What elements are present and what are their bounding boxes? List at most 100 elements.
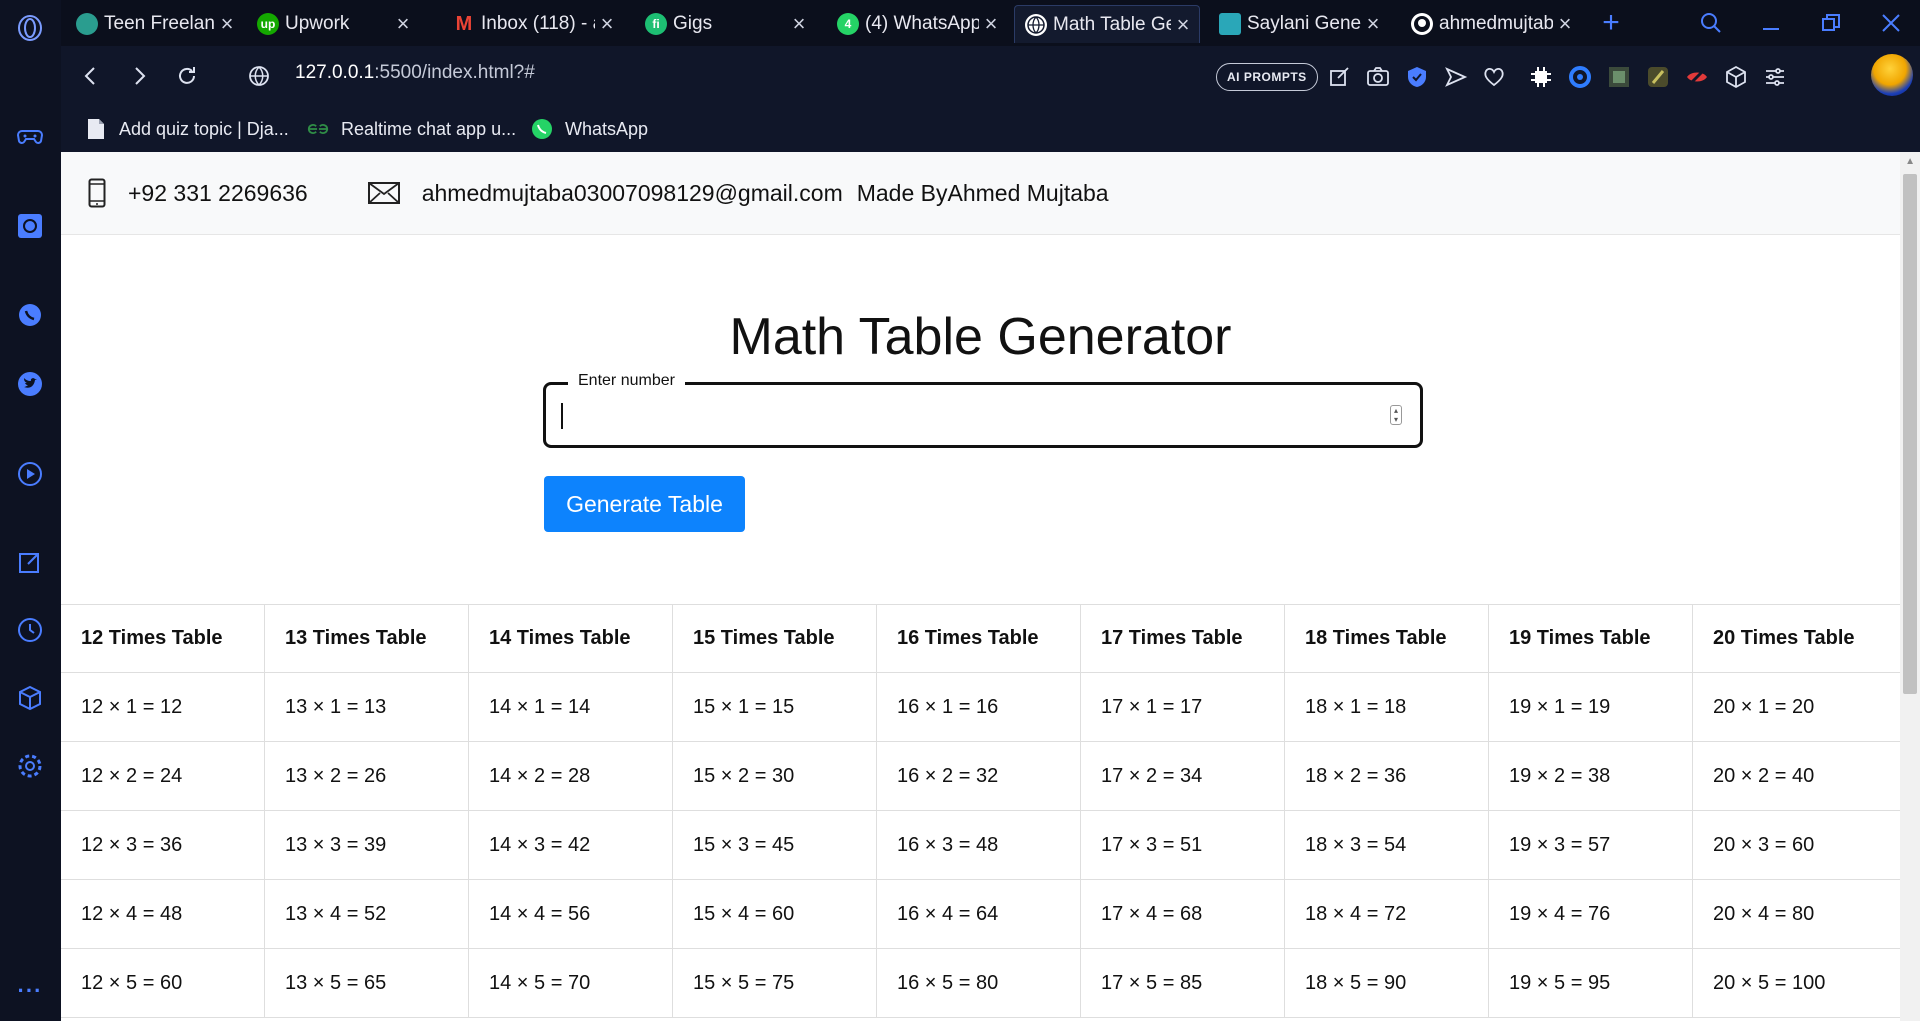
table-cell: 14 × 2 = 28 bbox=[469, 742, 673, 810]
page-viewport: +92 331 2269636 ahmedmujtaba03007098129@… bbox=[61, 152, 1920, 1021]
hide-eye-icon[interactable] bbox=[1682, 62, 1712, 92]
table-row: 12 × 5 = 60 13 × 5 = 65 14 × 5 = 70 15 ×… bbox=[61, 949, 1900, 1018]
table-cell: 17 × 4 = 68 bbox=[1081, 880, 1285, 948]
refresh-extension-icon[interactable] bbox=[1565, 62, 1595, 92]
profile-avatar[interactable] bbox=[1871, 54, 1913, 96]
tab-close-icon[interactable]: × bbox=[1553, 11, 1577, 37]
minimize-icon[interactable] bbox=[1751, 6, 1791, 40]
tab-close-icon[interactable]: × bbox=[1361, 11, 1385, 37]
table-cell: 16 × 2 = 32 bbox=[877, 742, 1081, 810]
tab-upwork[interactable]: up Upwork × bbox=[247, 5, 419, 43]
gamepad-icon[interactable] bbox=[14, 120, 46, 152]
table-cell: 13 × 4 = 52 bbox=[265, 880, 469, 948]
table-header-cell: 20 Times Table bbox=[1713, 627, 1855, 649]
table-cell: 18 × 1 = 18 bbox=[1285, 673, 1489, 741]
table-cell: 16 × 1 = 16 bbox=[877, 673, 1081, 741]
forward-arrow-icon[interactable] bbox=[121, 58, 157, 94]
tab-close-icon[interactable]: × bbox=[1171, 12, 1195, 38]
settings-gear-icon[interactable] bbox=[14, 750, 46, 782]
contact-topbar: +92 331 2269636 ahmedmujtaba03007098129@… bbox=[61, 152, 1900, 235]
reload-icon[interactable] bbox=[169, 58, 205, 94]
phone-number: +92 331 2269636 bbox=[128, 179, 308, 206]
pen-extension-icon[interactable] bbox=[1643, 62, 1673, 92]
tab-strip: Teen Freelanc × up Upwork × M Inbox (118… bbox=[61, 0, 1920, 46]
table-header-cell: 14 Times Table bbox=[469, 605, 673, 672]
send-arrow-icon[interactable] bbox=[1441, 62, 1471, 92]
more-dots-icon[interactable]: ··· bbox=[14, 975, 46, 1007]
bookmark-realtime-chat-app[interactable]: Realtime chat app u... bbox=[307, 114, 516, 144]
number-spinner-icon[interactable]: ▴ ▾ bbox=[1390, 405, 1402, 425]
table-cell: 19 × 4 = 76 bbox=[1489, 880, 1693, 948]
tab-search-icon[interactable] bbox=[1691, 6, 1731, 40]
table-cell: 14 × 1 = 14 bbox=[469, 673, 673, 741]
tab-close-icon[interactable]: × bbox=[787, 11, 811, 37]
edit-share-icon[interactable] bbox=[1325, 62, 1355, 92]
history-icon[interactable] bbox=[14, 614, 46, 646]
gmail-favicon-icon: M bbox=[455, 12, 473, 35]
table-cell: 20 × 1 = 20 bbox=[1713, 695, 1815, 718]
page-title: Math Table Generator bbox=[729, 308, 1232, 366]
table-header-cell: 15 Times Table bbox=[673, 605, 877, 672]
page-scrollbar[interactable]: ▲ bbox=[1900, 152, 1920, 1021]
table-cell: 20 × 4 = 80 bbox=[1713, 902, 1815, 925]
tab-close-icon[interactable]: × bbox=[391, 11, 415, 37]
number-input[interactable] bbox=[560, 395, 1360, 435]
box-extension-icon[interactable] bbox=[1721, 62, 1751, 92]
made-by-credit: Made ByAhmed Mujtaba bbox=[856, 179, 1109, 206]
tab-fiverr-gigs[interactable]: fi Gigs × bbox=[635, 5, 815, 43]
table-cell: 18 × 3 = 54 bbox=[1285, 811, 1489, 879]
scroll-up-arrow-icon[interactable]: ▲ bbox=[1905, 156, 1915, 167]
generate-table-button[interactable]: Generate Table bbox=[544, 476, 745, 532]
table-header-cell: 13 Times Table bbox=[265, 605, 469, 672]
close-window-icon[interactable] bbox=[1871, 6, 1911, 40]
tab-teen-freelance[interactable]: Teen Freelanc × bbox=[66, 5, 243, 43]
table-cell: 12 × 5 = 60 bbox=[61, 949, 265, 1017]
tab-saylani[interactable]: Saylani Gener × bbox=[1209, 5, 1389, 43]
whatsapp-sidebar-icon[interactable] bbox=[14, 300, 46, 332]
twitter-icon[interactable] bbox=[14, 368, 46, 400]
number-field-container: Enter number ▴ ▾ bbox=[543, 372, 1423, 448]
tab-github[interactable]: ahmedmujtab × bbox=[1401, 5, 1581, 43]
scrollbar-thumb[interactable] bbox=[1903, 174, 1917, 694]
site-info-globe-icon[interactable] bbox=[241, 58, 277, 94]
tab-close-icon[interactable]: × bbox=[979, 11, 1003, 37]
github-favicon-icon bbox=[1411, 13, 1433, 35]
extensions-cube-icon[interactable] bbox=[14, 682, 46, 714]
easy-setup-sliders-icon[interactable] bbox=[1760, 62, 1790, 92]
opera-logo-icon[interactable] bbox=[14, 12, 46, 44]
pinboard-icon[interactable] bbox=[14, 546, 46, 578]
times-tables-grid: 12 Times Table 13 Times Table 14 Times T… bbox=[61, 604, 1900, 1018]
table-cell: 16 × 5 = 80 bbox=[877, 949, 1081, 1017]
tab-math-table-generator[interactable]: Math Table Ge × bbox=[1014, 5, 1200, 43]
table-cell: 12 × 1 = 12 bbox=[61, 673, 265, 741]
shield-vpn-icon[interactable] bbox=[1402, 62, 1432, 92]
envelope-icon bbox=[367, 182, 400, 204]
bookmark-add-quiz-topic[interactable]: Add quiz topic | Dja... bbox=[85, 114, 289, 144]
tab-close-icon[interactable]: × bbox=[215, 11, 239, 37]
new-tab-plus-icon[interactable]: + bbox=[1591, 6, 1631, 40]
tab-close-icon[interactable]: × bbox=[595, 11, 619, 37]
tab-gmail-inbox[interactable]: M Inbox (118) - a × bbox=[443, 5, 623, 43]
chip-extension-icon[interactable] bbox=[1526, 62, 1556, 92]
table-cell: 18 × 2 = 36 bbox=[1285, 742, 1489, 810]
text-caret bbox=[561, 403, 563, 429]
table-cell: 18 × 4 = 72 bbox=[1285, 880, 1489, 948]
tab-whatsapp[interactable]: 4 (4) WhatsApp × bbox=[827, 5, 1007, 43]
table-row: 12 × 3 = 36 13 × 3 = 39 14 × 3 = 42 15 ×… bbox=[61, 811, 1900, 880]
table-cell: 17 × 2 = 34 bbox=[1081, 742, 1285, 810]
mobile-phone-icon bbox=[86, 178, 108, 208]
table-cell: 19 × 2 = 38 bbox=[1489, 742, 1693, 810]
table-cell: 13 × 3 = 39 bbox=[265, 811, 469, 879]
player-icon[interactable] bbox=[14, 458, 46, 490]
table-cell: 17 × 3 = 51 bbox=[1081, 811, 1285, 879]
back-arrow-icon[interactable] bbox=[73, 58, 109, 94]
bookmark-whatsapp[interactable]: WhatsApp bbox=[531, 114, 648, 144]
url-field[interactable]: 127.0.0.1:5500/index.html?# bbox=[295, 62, 535, 84]
saylani-favicon-icon bbox=[1219, 13, 1241, 35]
image-extension-icon[interactable] bbox=[1604, 62, 1634, 92]
heart-icon[interactable] bbox=[1479, 62, 1509, 92]
ai-prompts-button[interactable]: AI PROMPTS bbox=[1216, 63, 1318, 91]
restore-icon[interactable] bbox=[1811, 6, 1851, 40]
camera-snapshot-icon[interactable] bbox=[1363, 62, 1393, 92]
chatgpt-icon[interactable] bbox=[14, 210, 46, 242]
